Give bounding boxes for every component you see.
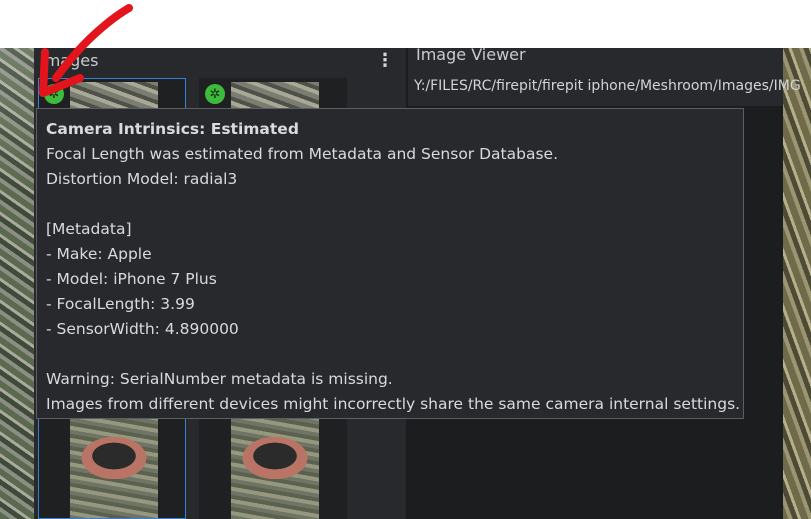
camera-shutter-icon[interactable]: ✲ bbox=[205, 84, 225, 104]
tooltip-line: - FocalLength: 3.99 bbox=[46, 295, 195, 313]
tooltip-blank-line bbox=[46, 192, 734, 217]
image-viewer-title: Image Viewer bbox=[416, 45, 526, 64]
tooltip-line: [Metadata] bbox=[46, 220, 132, 238]
background-photo-left bbox=[0, 48, 34, 519]
tooltip-line: Images from different devices might inco… bbox=[46, 395, 741, 413]
thumbnail-image bbox=[70, 408, 158, 519]
tooltip-line: - Model: iPhone 7 Plus bbox=[46, 270, 217, 288]
image-path-label: Y:/FILES/RC/firepit/firepit iphone/Meshr… bbox=[414, 78, 801, 94]
more-options-icon[interactable]: ⋮ bbox=[376, 50, 394, 71]
background-photo-right bbox=[781, 48, 811, 519]
tooltip-blank-line bbox=[46, 342, 734, 367]
tooltip-line: - SensorWidth: 4.890000 bbox=[46, 320, 239, 338]
tooltip-line: Warning: SerialNumber metadata is missin… bbox=[46, 370, 393, 388]
tooltip-line: Focal Length was estimated from Metadata… bbox=[46, 145, 558, 163]
thumbnail-image bbox=[231, 408, 319, 519]
tooltip-title: Camera Intrinsics: Estimated bbox=[46, 120, 299, 138]
camera-intrinsics-tooltip: Camera Intrinsics: Estimated Focal Lengt… bbox=[36, 108, 744, 419]
thumbnail-image bbox=[231, 82, 319, 110]
tooltip-line: - Make: Apple bbox=[46, 245, 152, 263]
annotation-arrow-icon bbox=[39, 4, 133, 97]
tooltip-line: Distortion Model: radial3 bbox=[46, 170, 238, 188]
tooltip-lines: Focal Length was estimated from Metadata… bbox=[46, 142, 741, 417]
